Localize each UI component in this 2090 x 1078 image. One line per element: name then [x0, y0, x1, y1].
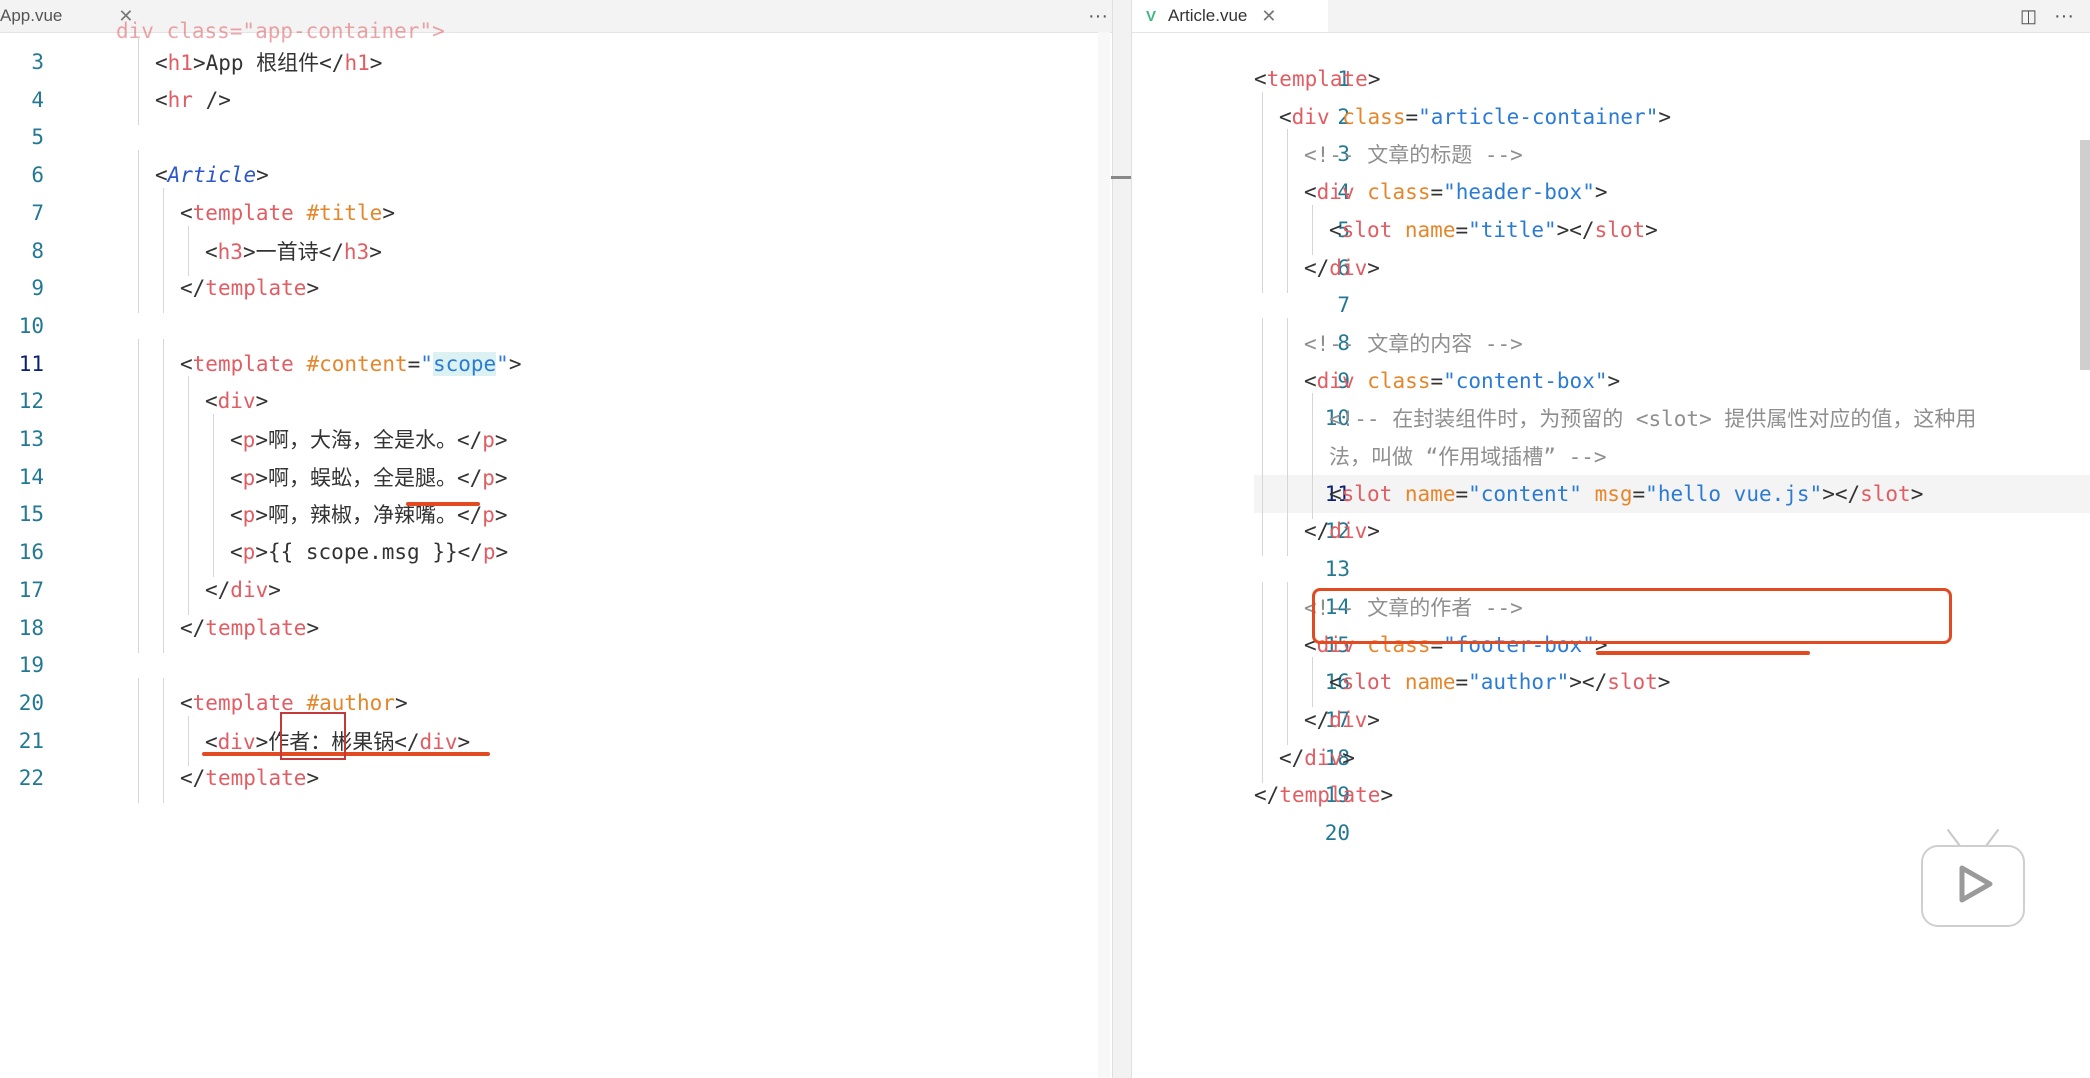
- line-number: 21: [18, 728, 44, 753]
- code-text: <div class="article-container">: [1279, 104, 1671, 129]
- line-number: 19: [18, 653, 44, 678]
- code-text: <!-- 在封装组件时，为预留的 <slot> 提供属性对应的值，这种用: [1329, 407, 1977, 432]
- code-text: </template>: [180, 766, 320, 791]
- line-number: 5: [31, 125, 44, 150]
- line-number: 5: [1337, 217, 1350, 242]
- code-text: <template>: [1254, 67, 1381, 91]
- line-number: 8: [31, 238, 44, 263]
- line-number: 17: [18, 577, 44, 602]
- box-scope: [280, 712, 346, 760]
- code-text: <p>啊，蜈蚣，全是腿。</p>: [230, 465, 508, 490]
- line-number: 7: [1337, 293, 1350, 318]
- line-number: 3: [31, 50, 44, 74]
- line-number: 20: [18, 690, 44, 715]
- code-text: 法，叫做 “作用域插槽” -->: [1329, 445, 1607, 469]
- code-text: </div>: [1304, 707, 1380, 732]
- line-number: 13: [18, 427, 44, 451]
- split-editor-icon[interactable]: ◫: [2020, 0, 2037, 32]
- line-number: 20: [1324, 821, 1350, 845]
- code-line[interactable]: 22 </template>: [0, 753, 1112, 804]
- code-text: <template #content="scope">: [180, 351, 522, 376]
- line-number: 13: [1324, 557, 1350, 582]
- code-text: </template>: [180, 276, 320, 301]
- more-actions-icon[interactable]: ···: [2054, 0, 2074, 32]
- box-slot-line: [1312, 588, 1952, 644]
- code-text: <p>{{ scope.msg }}</p>: [230, 540, 509, 565]
- code-text: <slot name="content" msg="hello vue.js">…: [1329, 481, 1924, 506]
- code-text: <!-- 文章的内容 -->: [1304, 331, 1523, 356]
- underline-scope-msg: [202, 752, 490, 756]
- close-icon[interactable]: ✕: [1261, 6, 1276, 27]
- scrollbar-right[interactable]: [2080, 140, 2090, 370]
- line-number: 16: [18, 540, 44, 565]
- line-number: 18: [18, 615, 44, 640]
- line-number: 10: [1324, 406, 1350, 431]
- code-text: <!-- 文章的标题 -->: [1304, 143, 1523, 168]
- code-text: <h3>一首诗</h3>: [205, 239, 382, 264]
- code-text: <template #title>: [180, 200, 395, 225]
- tab-bar-right: V Article.vue ✕ ◫ ···: [1132, 0, 2090, 33]
- tab-label: Article.vue: [1168, 6, 1248, 25]
- line-number: 6: [31, 163, 44, 188]
- split-divider[interactable]: [1111, 0, 1132, 1078]
- code-text: <div class="header-box">: [1304, 180, 1608, 205]
- code-text: <slot name="author"></slot>: [1329, 670, 1671, 695]
- line-number: 9: [31, 276, 44, 301]
- line-number: 22: [18, 766, 44, 791]
- line-number: 12: [18, 389, 44, 414]
- code-text: <div>: [205, 389, 269, 414]
- code-text: <div class="content-box">: [1304, 368, 1621, 393]
- underline-msg: [1596, 651, 1810, 655]
- line-number: 7: [31, 200, 44, 225]
- code-text: </div>: [1279, 745, 1355, 770]
- line-number: 11: [18, 351, 44, 376]
- underline-scope: [406, 502, 480, 506]
- editor-pane-left[interactable]: App.vue ✕ ··· div class="app-container">…: [0, 0, 1112, 1078]
- line-number: 10: [18, 313, 44, 338]
- code-text: <hr />: [155, 87, 231, 112]
- code-text: </div>: [205, 577, 281, 602]
- line-number: 4: [31, 87, 44, 112]
- vue-icon: V: [1146, 7, 1157, 25]
- code-text: </template>: [180, 615, 320, 640]
- tab-article-vue[interactable]: V Article.vue ✕: [1132, 0, 1328, 32]
- line-number: 16: [1324, 670, 1350, 695]
- code-text: <Article>: [155, 163, 269, 188]
- line-number: 11: [1324, 481, 1350, 506]
- code-text: <p>啊，大海，全是水。</p>: [230, 428, 508, 452]
- code-text: </div>: [1304, 255, 1380, 280]
- play-icon[interactable]: [1918, 824, 2028, 932]
- line-number: 14: [18, 464, 44, 489]
- line-number: 15: [18, 502, 44, 527]
- code-text: <slot name="title"></slot>: [1329, 217, 1658, 242]
- code-text: </template>: [1254, 783, 1394, 808]
- code-text: <h1>App 根组件</h1>: [155, 51, 383, 75]
- scrollbar-left[interactable]: [1098, 32, 1110, 1078]
- code-text: </div>: [1304, 519, 1380, 544]
- code-area-left[interactable]: div class="app-container"> 3 <h1>App 根组件<…: [0, 19, 1112, 1078]
